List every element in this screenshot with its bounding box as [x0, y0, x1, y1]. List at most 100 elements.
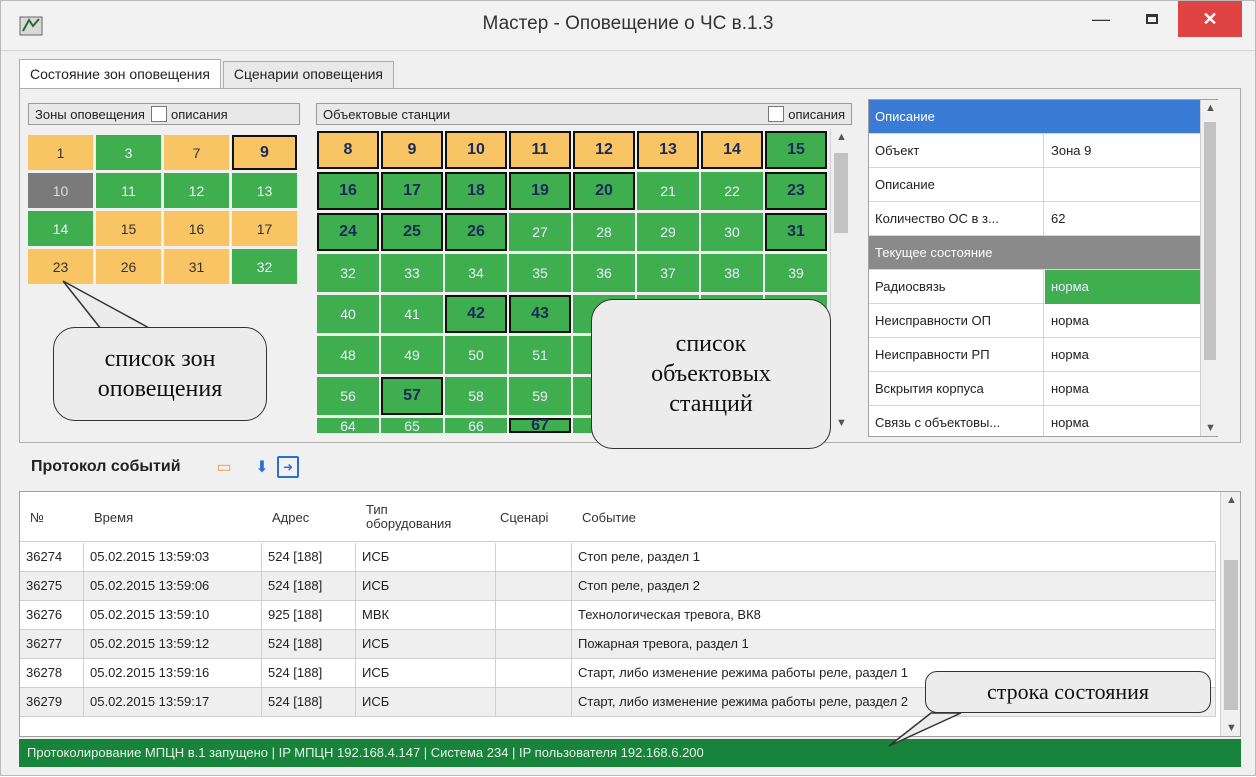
station-cell-14[interactable]: 14: [701, 131, 763, 169]
scroll-down-arrow-icon[interactable]: ▼: [836, 417, 847, 429]
zone-cell-15[interactable]: 15: [96, 211, 161, 246]
station-cell-39[interactable]: 39: [765, 254, 827, 292]
events-scrollbar[interactable]: ▲ ▼: [1220, 492, 1240, 736]
prop-scroll-down-icon[interactable]: ▼: [1205, 422, 1216, 434]
station-cell-10[interactable]: 10: [445, 131, 507, 169]
minimize-button[interactable]: —: [1076, 1, 1126, 37]
table-row[interactable]: 36276 05.02.2015 13:59:10 925 [188] МВК Техн…: [20, 601, 1216, 630]
station-cell-64[interactable]: 64: [317, 418, 379, 434]
station-cell-11[interactable]: 11: [509, 131, 571, 169]
zones-desc-checkbox[interactable]: [150, 106, 167, 122]
station-cell-27[interactable]: 27: [509, 213, 571, 251]
property-value[interactable]: норма: [1045, 338, 1201, 372]
property-value[interactable]: [1045, 168, 1201, 202]
station-cell-16[interactable]: 16: [317, 172, 379, 210]
zone-cell-11[interactable]: 11: [96, 173, 161, 208]
zone-cell-13[interactable]: 13: [232, 173, 297, 208]
property-row[interactable]: Объект Зона 9: [869, 134, 1201, 168]
zone-cell-9[interactable]: 9: [232, 135, 297, 170]
export-icon[interactable]: ➜: [277, 456, 299, 478]
stations-scroll-thumb[interactable]: [834, 153, 848, 233]
station-cell-57[interactable]: 57: [381, 377, 443, 415]
zone-cell-10[interactable]: 10: [28, 173, 93, 208]
property-scroll-thumb[interactable]: [1204, 122, 1216, 360]
station-cell-26[interactable]: 26: [445, 213, 507, 251]
station-cell-59[interactable]: 59: [509, 377, 571, 415]
station-cell-18[interactable]: 18: [445, 172, 507, 210]
events-scroll-up-icon[interactable]: ▲: [1226, 494, 1237, 506]
station-cell-28[interactable]: 28: [573, 213, 635, 251]
station-cell-22[interactable]: 22: [701, 172, 763, 210]
station-cell-23[interactable]: 23: [765, 172, 827, 210]
station-cell-42[interactable]: 42: [445, 295, 507, 333]
station-cell-31[interactable]: 31: [765, 213, 827, 251]
property-row[interactable]: Текущее состояние: [869, 236, 1201, 270]
events-scroll-thumb[interactable]: [1224, 560, 1238, 710]
station-cell-29[interactable]: 29: [637, 213, 699, 251]
station-cell-15[interactable]: 15: [765, 131, 827, 169]
zone-cell-14[interactable]: 14: [28, 211, 93, 246]
station-cell-37[interactable]: 37: [637, 254, 699, 292]
tab-scenarios[interactable]: Сценарии оповещения: [222, 61, 395, 89]
station-cell-17[interactable]: 17: [381, 172, 443, 210]
property-row[interactable]: Радиосвязь норма: [869, 270, 1201, 304]
station-cell-24[interactable]: 24: [317, 213, 379, 251]
station-cell-43[interactable]: 43: [509, 295, 571, 333]
station-cell-58[interactable]: 58: [445, 377, 507, 415]
zone-cell-26[interactable]: 26: [96, 249, 161, 284]
station-cell-65[interactable]: 65: [381, 418, 443, 434]
station-cell-67[interactable]: 67: [509, 417, 571, 434]
station-cell-36[interactable]: 36: [573, 254, 635, 292]
station-cell-25[interactable]: 25: [381, 213, 443, 251]
col-equipment[interactable]: Тип оборудования: [356, 492, 476, 542]
zone-cell-7[interactable]: 7: [164, 135, 229, 170]
property-row[interactable]: Связь с объектовы... норма: [869, 406, 1201, 436]
station-cell-51[interactable]: 51: [509, 336, 571, 374]
station-cell-35[interactable]: 35: [509, 254, 571, 292]
col-event[interactable]: Событие: [572, 492, 1212, 542]
station-cell-19[interactable]: 19: [509, 172, 571, 210]
zone-cell-32[interactable]: 32: [232, 249, 297, 284]
station-cell-33[interactable]: 33: [381, 254, 443, 292]
col-address[interactable]: Адрес: [262, 492, 356, 542]
property-row[interactable]: Описание: [869, 100, 1201, 134]
zone-cell-23[interactable]: 23: [28, 249, 93, 284]
property-row[interactable]: Неисправности ОП норма: [869, 304, 1201, 338]
tab-zone-state[interactable]: Состояние зон оповещения: [19, 59, 221, 89]
zone-cell-12[interactable]: 12: [164, 173, 229, 208]
property-value[interactable]: Зона 9: [1045, 134, 1201, 168]
station-cell-13[interactable]: 13: [637, 131, 699, 169]
zone-cell-17[interactable]: 17: [232, 211, 297, 246]
station-cell-34[interactable]: 34: [445, 254, 507, 292]
col-number[interactable]: №: [20, 492, 84, 542]
property-row[interactable]: Описание: [869, 168, 1201, 202]
property-value[interactable]: норма: [1045, 304, 1201, 338]
station-cell-49[interactable]: 49: [381, 336, 443, 374]
station-cell-56[interactable]: 56: [317, 377, 379, 415]
table-row[interactable]: 36274 05.02.2015 13:59:03 524 [188] ИСБ Стоп…: [20, 543, 1216, 572]
close-button[interactable]: ✕: [1178, 1, 1242, 37]
property-row[interactable]: Вскрытия корпуса норма: [869, 372, 1201, 406]
stations-desc-checkbox[interactable]: [768, 106, 785, 122]
property-value[interactable]: норма: [1045, 406, 1201, 436]
table-row[interactable]: 36275 05.02.2015 13:59:06 524 [188] ИСБ Стоп…: [20, 572, 1216, 601]
zone-cell-1[interactable]: 1: [28, 135, 93, 170]
col-time[interactable]: Время: [84, 492, 262, 542]
download-arrow-icon[interactable]: ⬇: [251, 456, 273, 478]
station-cell-20[interactable]: 20: [573, 172, 635, 210]
property-value[interactable]: норма: [1045, 372, 1201, 406]
station-cell-48[interactable]: 48: [317, 336, 379, 374]
property-scrollbar[interactable]: ▲ ▼: [1200, 100, 1218, 436]
zone-cell-3[interactable]: 3: [96, 135, 161, 170]
stations-scrollbar[interactable]: ▲ ▼: [830, 129, 850, 431]
maximize-button[interactable]: [1127, 1, 1177, 37]
scroll-up-arrow-icon[interactable]: ▲: [836, 131, 847, 143]
station-cell-66[interactable]: 66: [445, 418, 507, 434]
station-cell-32[interactable]: 32: [317, 254, 379, 292]
station-cell-21[interactable]: 21: [637, 172, 699, 210]
property-value[interactable]: норма: [1045, 270, 1201, 304]
col-scenario[interactable]: Сценарі: [496, 492, 572, 542]
station-cell-30[interactable]: 30: [701, 213, 763, 251]
station-cell-8[interactable]: 8: [317, 131, 379, 169]
station-cell-50[interactable]: 50: [445, 336, 507, 374]
